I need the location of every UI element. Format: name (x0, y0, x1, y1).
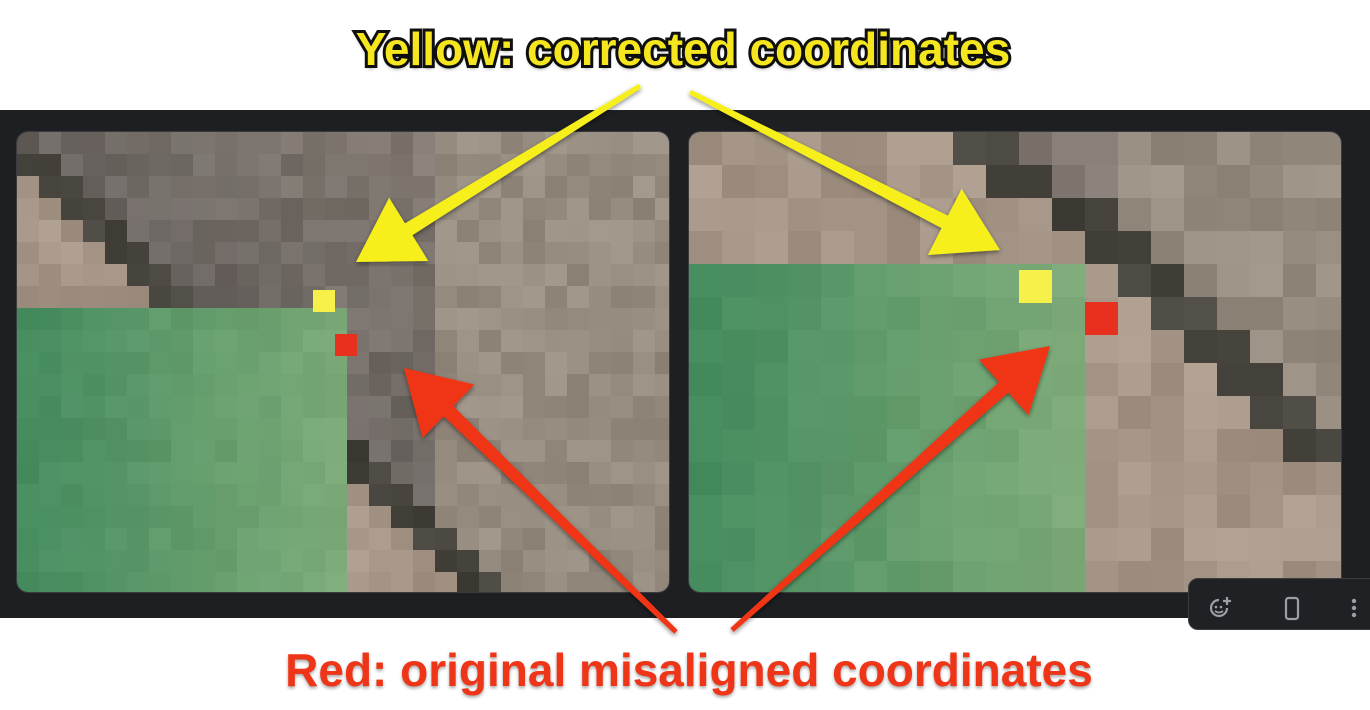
red-arrow-right (730, 346, 1050, 632)
caption-yellow-corrected: Yellow: corrected coordinates (353, 20, 1013, 78)
caption-red-original: Red: original misaligned coordinates (282, 641, 1096, 699)
yellow-arrow-right (688, 89, 1000, 255)
annotation-arrows (356, 83, 1050, 634)
yellow-arrow-left (356, 83, 642, 262)
red-arrow-left (404, 368, 678, 634)
